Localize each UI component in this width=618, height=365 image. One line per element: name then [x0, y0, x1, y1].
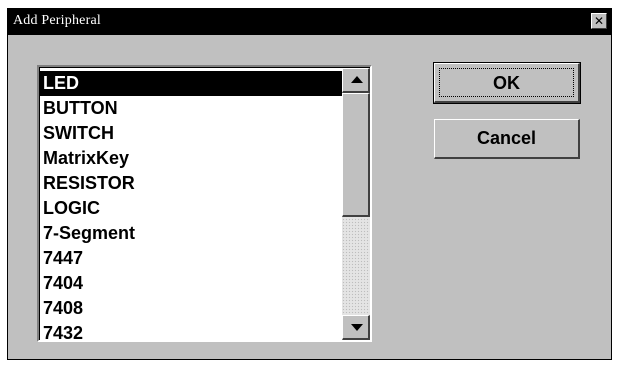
- list-item[interactable]: LOGIC: [40, 196, 342, 221]
- add-peripheral-dialog: Add Peripheral ✕ LED BUTTON SWITCH Matri…: [7, 8, 612, 360]
- arrow-up-icon: [351, 76, 363, 83]
- list-item[interactable]: 7447: [40, 246, 342, 271]
- window-title: Add Peripheral: [13, 13, 101, 28]
- scrollbar-thumb[interactable]: [342, 93, 370, 217]
- list-item[interactable]: SWITCH: [40, 121, 342, 146]
- list-item[interactable]: LED: [40, 71, 342, 96]
- arrow-down-icon: [351, 324, 363, 331]
- scroll-up-button[interactable]: [342, 68, 370, 93]
- scroll-down-button[interactable]: [342, 315, 370, 340]
- list-item[interactable]: 7408: [40, 296, 342, 321]
- list-item[interactable]: MatrixKey: [40, 146, 342, 171]
- list-item[interactable]: BUTTON: [40, 96, 342, 121]
- peripheral-listbox[interactable]: LED BUTTON SWITCH MatrixKey RESISTOR LOG…: [37, 65, 372, 342]
- list-item[interactable]: 7404: [40, 271, 342, 296]
- list-item[interactable]: 7-Segment: [40, 221, 342, 246]
- list-item[interactable]: RESISTOR: [40, 171, 342, 196]
- listbox-frame: LED BUTTON SWITCH MatrixKey RESISTOR LOG…: [39, 67, 370, 340]
- ok-button-label: OK: [439, 68, 574, 97]
- ok-button[interactable]: OK: [433, 62, 581, 104]
- vertical-scrollbar[interactable]: [342, 68, 370, 340]
- list-items: LED BUTTON SWITCH MatrixKey RESISTOR LOG…: [40, 71, 342, 340]
- close-button[interactable]: ✕: [591, 13, 607, 29]
- list-item[interactable]: 7432: [40, 321, 342, 340]
- close-icon: ✕: [593, 14, 605, 28]
- title-bar: Add Peripheral ✕: [8, 9, 611, 35]
- cancel-button[interactable]: Cancel: [434, 119, 580, 159]
